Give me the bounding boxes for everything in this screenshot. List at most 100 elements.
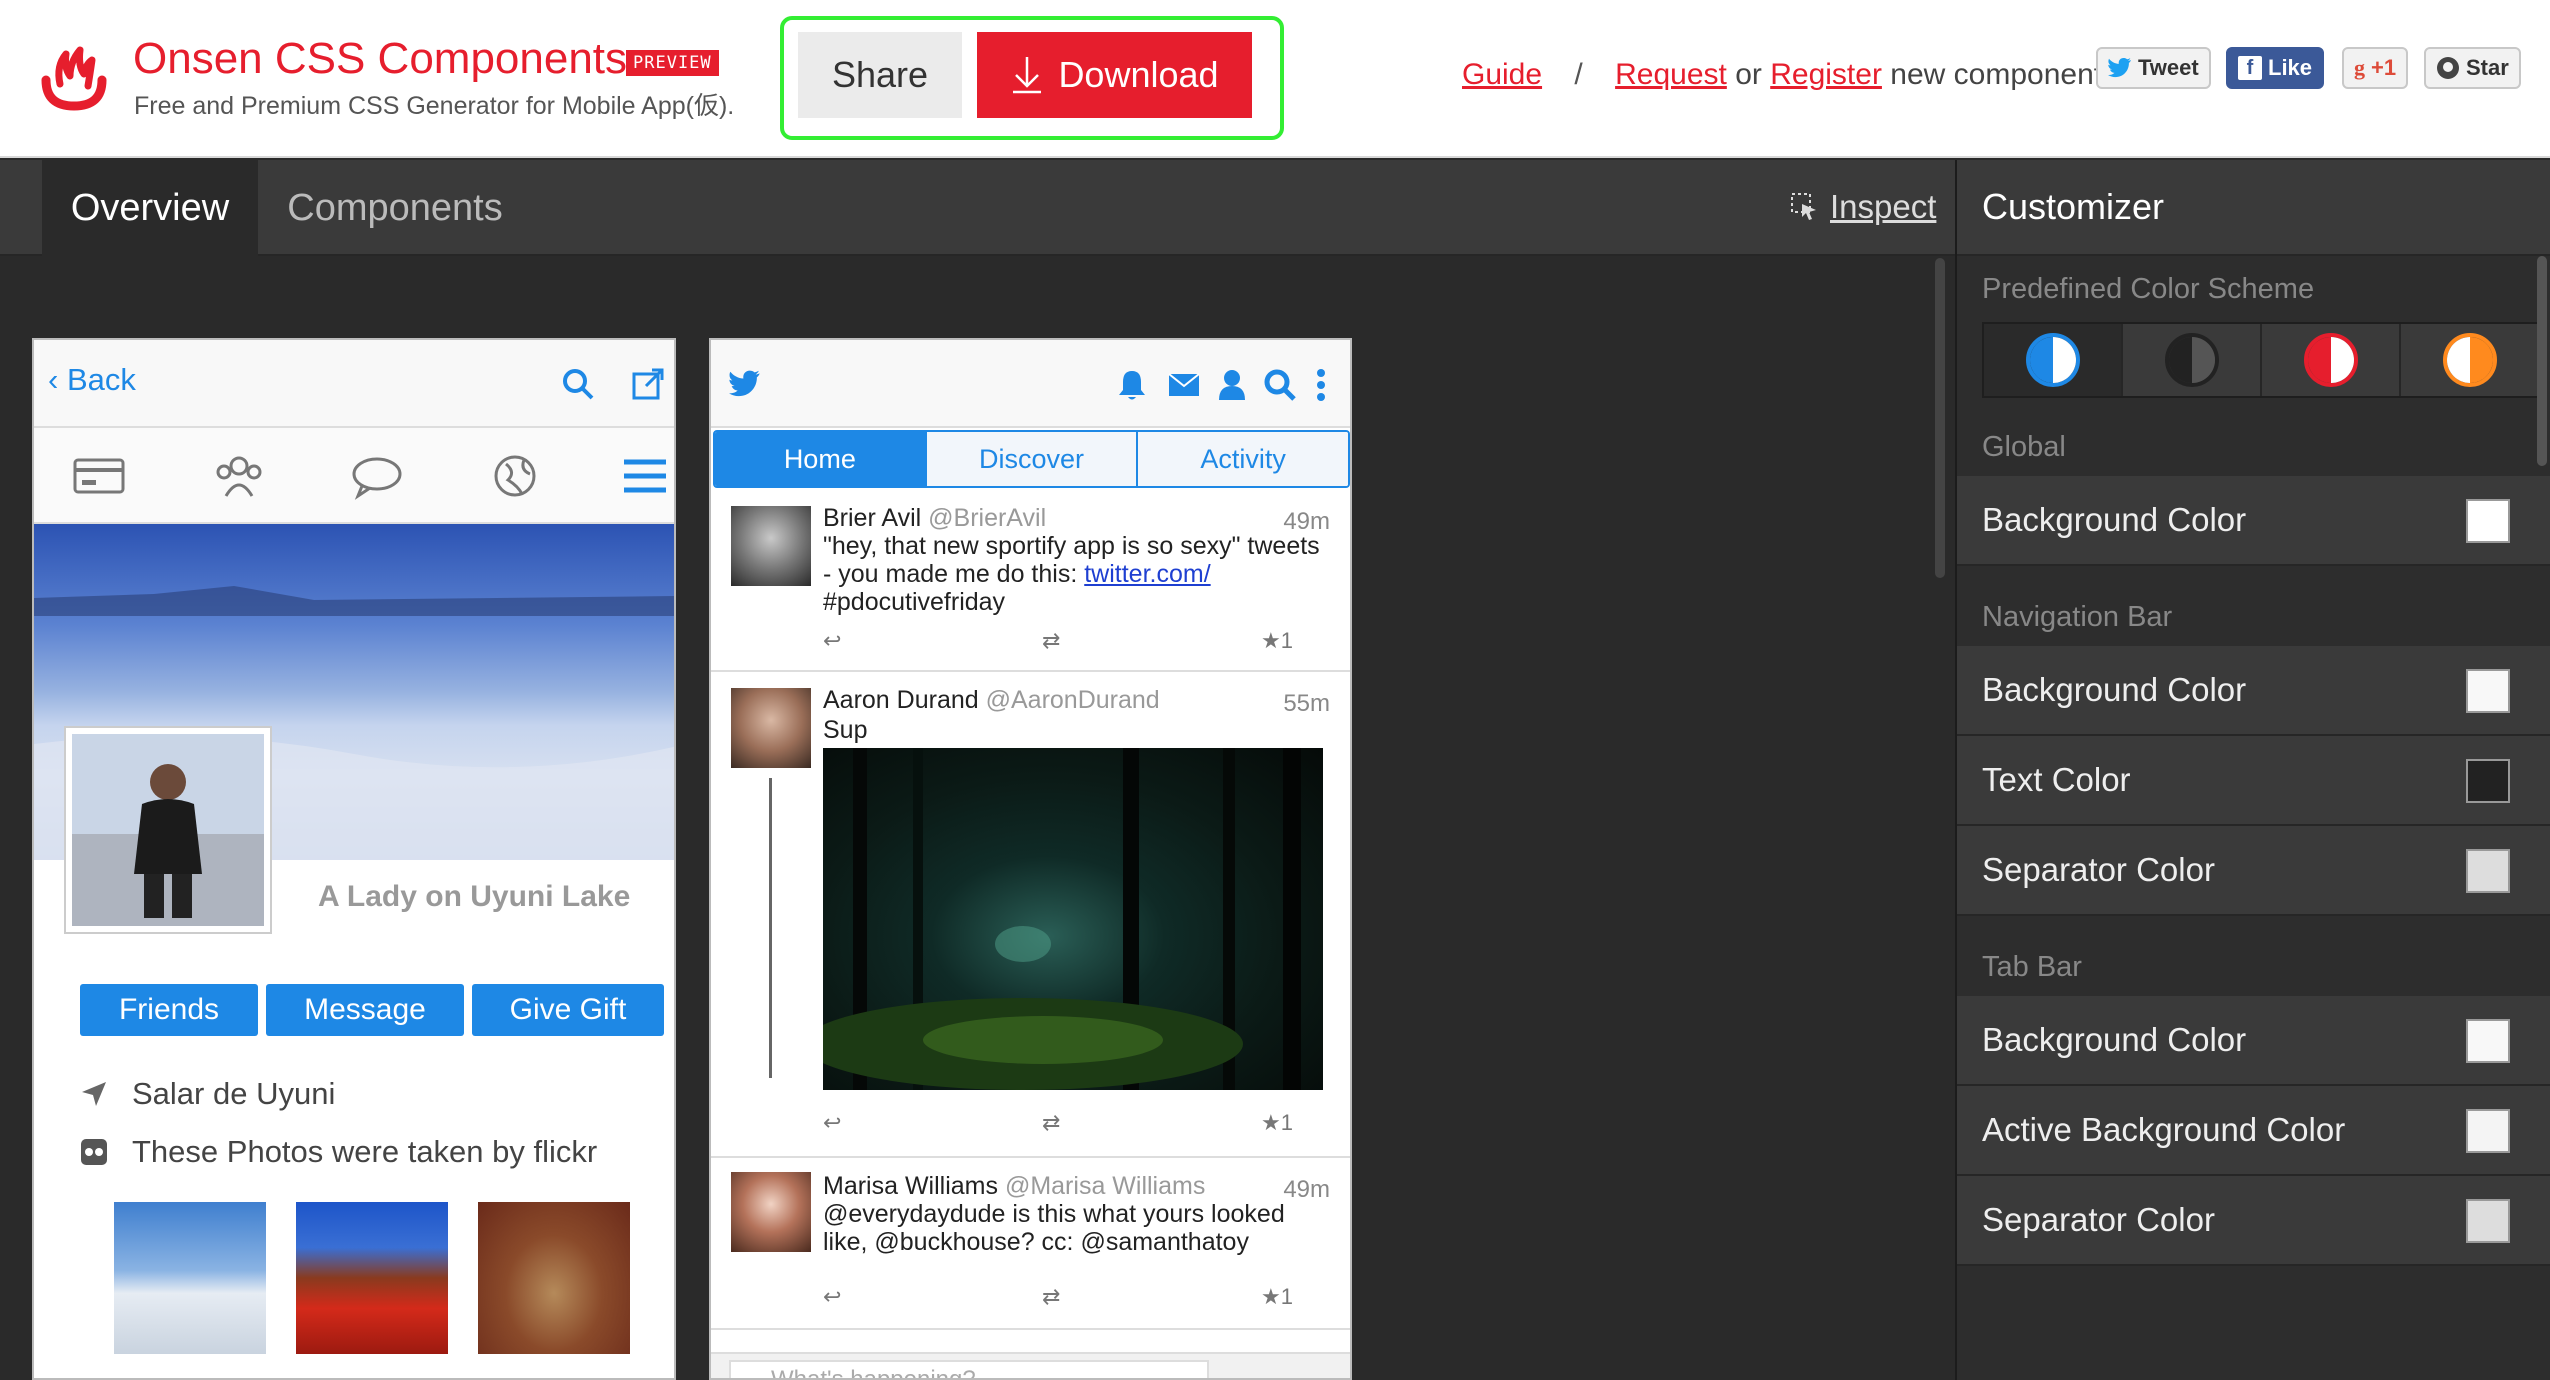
author-name: Marisa Williams — [823, 1172, 998, 1200]
tweet-item[interactable]: Aaron Durand @AaronDurand 55m Sup ↩ ⇄ ★1 — [711, 674, 1350, 1158]
tabbar-active-background-color-row[interactable]: Active Background Color — [1957, 1086, 2550, 1176]
more-vertical-icon[interactable] — [1315, 368, 1327, 402]
navbar-separator-color-row[interactable]: Separator Color — [1957, 826, 2550, 916]
group-icon[interactable] — [212, 452, 266, 500]
row-label: Background Color — [1982, 1021, 2247, 1058]
author-handle: @BrierAvil — [928, 504, 1047, 532]
user-icon[interactable] — [1217, 368, 1247, 400]
github-star-button[interactable]: Star — [2424, 47, 2521, 89]
color-swatch[interactable] — [2466, 499, 2510, 543]
tab-overview[interactable]: Overview — [42, 160, 258, 256]
tweet-button[interactable]: Tweet — [2096, 47, 2211, 89]
twitter-logo-icon[interactable] — [729, 370, 761, 398]
tab-discover[interactable]: Discover — [926, 432, 1139, 486]
color-swatch[interactable] — [2466, 1109, 2510, 1153]
tab-activity[interactable]: Activity — [1138, 432, 1348, 486]
tweet-author: Aaron Durand @AaronDurand — [823, 686, 1160, 715]
tweet-link[interactable]: twitter.com/ — [1084, 560, 1210, 588]
tweet-text: @everydaydude is this what yours looked … — [823, 1200, 1285, 1256]
favorite-icon[interactable]: ★1 — [1261, 1284, 1293, 1310]
guide-link[interactable]: Guide — [1462, 58, 1542, 91]
navbar-text-color-row[interactable]: Text Color — [1957, 736, 2550, 826]
give-gift-button[interactable]: Give Gift — [472, 984, 664, 1036]
row-label: Separator Color — [1982, 851, 2215, 888]
tabbar-separator-color-row[interactable]: Separator Color — [1957, 1176, 2550, 1266]
tab-components[interactable]: Components — [258, 160, 532, 256]
color-swatch[interactable] — [2466, 669, 2510, 713]
facebook-like-button[interactable]: f Like — [2226, 47, 2325, 89]
tweet-avatar[interactable] — [731, 506, 811, 586]
favorite-icon[interactable]: ★1 — [1261, 628, 1293, 654]
download-button[interactable]: Download — [977, 32, 1252, 118]
tweet-item[interactable]: Marisa Williams @Marisa Williams 49m @ev… — [711, 1160, 1350, 1330]
inspect-link[interactable]: Inspect — [1790, 188, 1936, 226]
share-button[interactable]: Share — [798, 32, 962, 118]
request-link[interactable]: Request — [1615, 58, 1727, 91]
menu-icon[interactable] — [618, 452, 672, 500]
color-swatch[interactable] — [2466, 1199, 2510, 1243]
tweet-label: Tweet — [2138, 55, 2199, 80]
share-external-icon[interactable] — [630, 366, 666, 402]
profile-avatar[interactable] — [66, 728, 270, 932]
tweet-forest-image[interactable] — [823, 748, 1323, 1090]
search-icon[interactable] — [1263, 368, 1297, 402]
color-swatch[interactable] — [2466, 849, 2510, 893]
google-plus-button[interactable]: g +1 — [2342, 47, 2409, 89]
scheme-blue[interactable] — [1984, 324, 2123, 396]
navigation-bar-section-heading: Navigation Bar — [1982, 601, 2173, 633]
color-scheme-picker — [1982, 322, 2540, 398]
reply-icon[interactable]: ↩ — [823, 628, 841, 654]
brand-subtitle: Free and Premium CSS Generator for Mobil… — [134, 92, 735, 120]
tweet-item[interactable]: Brier Avil @BrierAvil 49m "hey, that new… — [711, 492, 1350, 672]
header-links: Guide / Request or Register new componen… — [1462, 58, 2117, 92]
back-button[interactable]: ‹ Back — [48, 362, 136, 398]
tab-home[interactable]: Home — [715, 432, 927, 486]
location-text: Salar de Uyuni — [132, 1076, 336, 1111]
sidebar-scrollbar[interactable] — [2537, 256, 2547, 466]
tweet-avatar[interactable] — [731, 1172, 811, 1252]
gplus-label: +1 — [2371, 55, 2397, 80]
navbar-background-color-row[interactable]: Background Color — [1957, 646, 2550, 736]
photo-thumbnail-viscacha[interactable] — [478, 1202, 630, 1354]
twitter-phone-preview: Home Discover Activity Brier Avil @Brier… — [709, 338, 1352, 1380]
tweet-time: 55m — [1283, 690, 1330, 717]
scheme-orange[interactable] — [2401, 324, 2538, 396]
mail-icon[interactable] — [1167, 370, 1201, 400]
photo-thumbnail-salt-flat[interactable] — [114, 1202, 266, 1354]
search-icon[interactable] — [560, 366, 596, 402]
compose-input[interactable]: What's happening? — [729, 1360, 1209, 1378]
bell-icon[interactable] — [1115, 368, 1149, 402]
retweet-icon[interactable]: ⇄ — [1042, 1284, 1060, 1310]
link-separator: / — [1574, 58, 1583, 91]
friends-button[interactable]: Friends — [80, 984, 258, 1036]
chat-bubble-icon[interactable] — [350, 452, 404, 500]
card-icon[interactable] — [72, 452, 126, 500]
global-background-color-row[interactable]: Background Color — [1957, 476, 2550, 566]
reply-icon[interactable]: ↩ — [823, 1284, 841, 1310]
favorite-count: 1 — [1280, 1110, 1293, 1135]
brand-title[interactable]: Onsen CSS Components — [133, 34, 627, 84]
photos-note-row: These Photos were taken by flickr — [80, 1134, 597, 1170]
globe-icon[interactable] — [488, 452, 542, 500]
tweet-avatar[interactable] — [731, 688, 811, 768]
scheme-red[interactable] — [2262, 324, 2401, 396]
customizer-title: Customizer — [1957, 160, 2550, 256]
tweet-text: Sup — [823, 716, 868, 744]
tabbar-background-color-row[interactable]: Background Color — [1957, 996, 2550, 1086]
preview-scrollbar[interactable] — [1935, 258, 1945, 578]
photos-note-text: These Photos were taken by flickr — [132, 1134, 598, 1169]
retweet-icon[interactable]: ⇄ — [1042, 1110, 1060, 1136]
favorite-icon[interactable]: ★1 — [1261, 1110, 1293, 1136]
retweet-icon[interactable]: ⇄ — [1042, 628, 1060, 654]
photo-thumbnail-red-lagoon[interactable] — [296, 1202, 448, 1354]
preview-badge: PREVIEW — [626, 50, 719, 76]
color-swatch[interactable] — [2466, 759, 2510, 803]
color-swatch[interactable] — [2466, 1019, 2510, 1063]
reply-icon[interactable]: ↩ — [823, 1110, 841, 1136]
predefined-scheme-heading: Predefined Color Scheme — [1982, 273, 2315, 305]
register-link[interactable]: Register — [1770, 58, 1882, 91]
onsen-logo-icon[interactable] — [36, 40, 112, 116]
new-components-text: new components — [1890, 58, 2118, 91]
scheme-dark[interactable] — [2123, 324, 2262, 396]
message-button[interactable]: Message — [266, 984, 464, 1036]
